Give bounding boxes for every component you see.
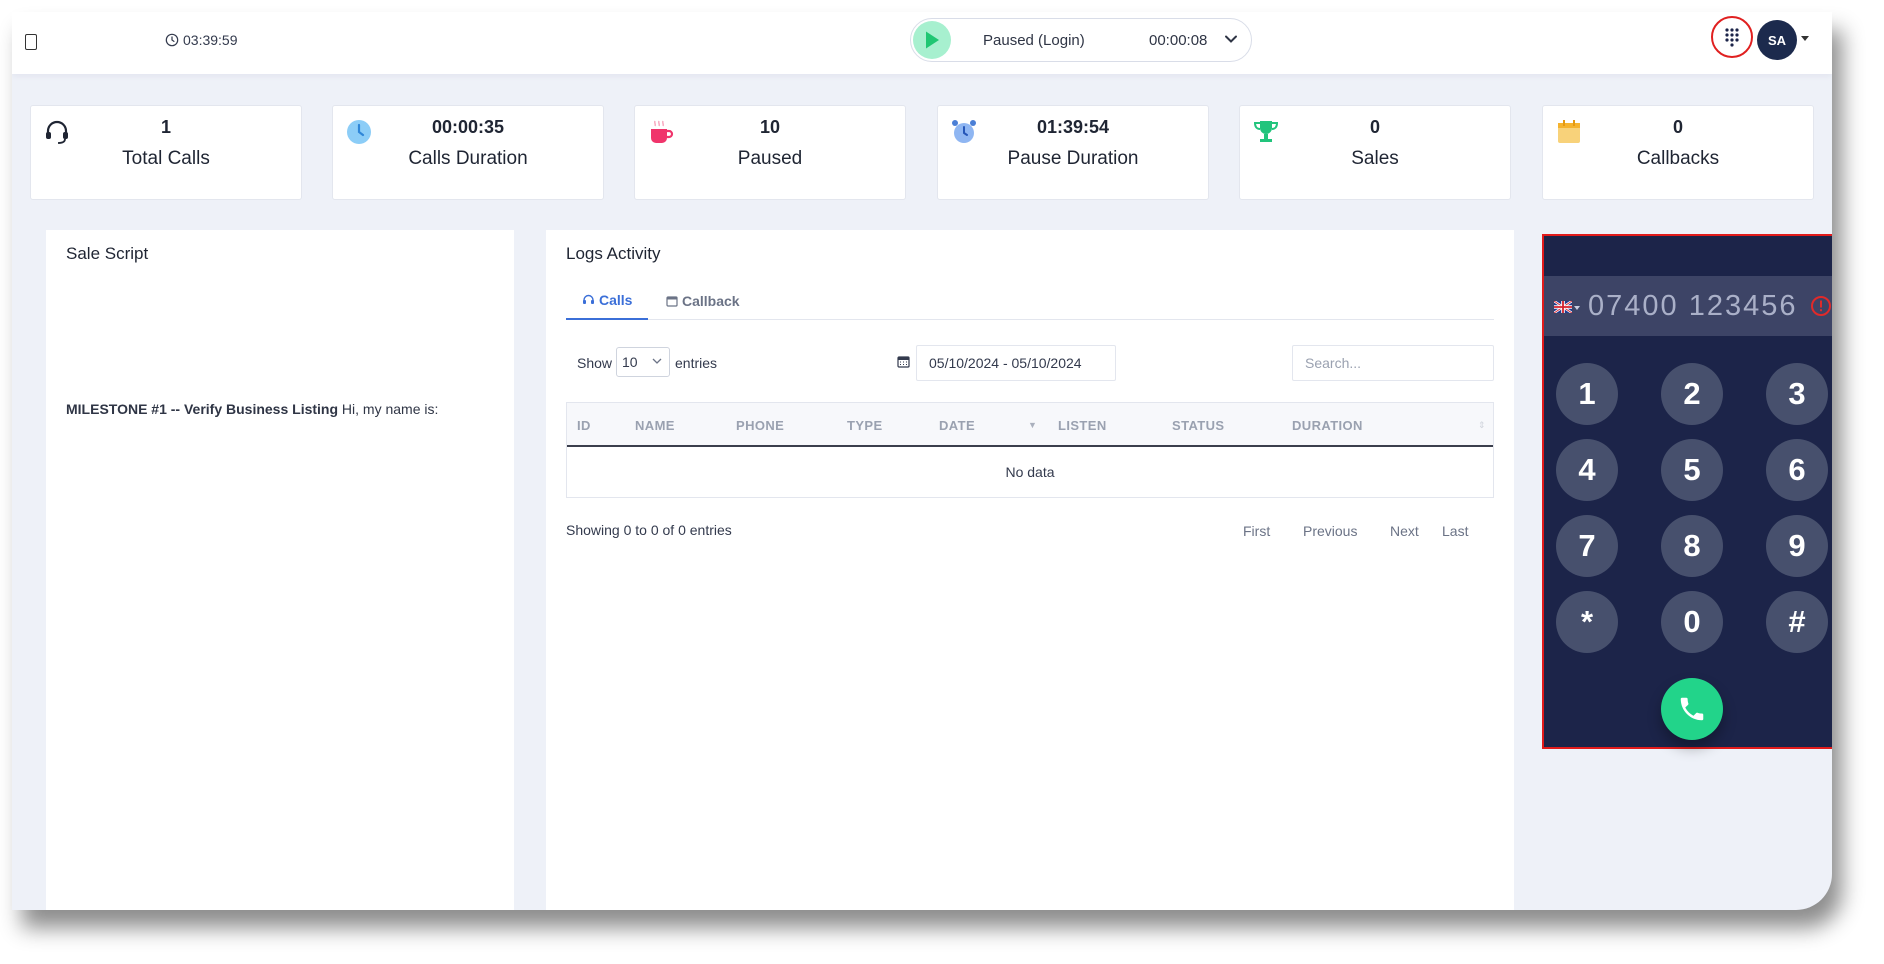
warning-icon — [1811, 296, 1831, 316]
logs-activity-panel: Logs Activity Calls Callback Show 10 ent… — [546, 230, 1514, 910]
caret-down-icon[interactable] — [1574, 306, 1580, 310]
tab-label: Calls — [599, 292, 633, 308]
stat-card-sales: 0 Sales — [1239, 105, 1511, 200]
status-label: Paused (Login) — [983, 32, 1085, 49]
dial-key-hash[interactable]: # — [1766, 591, 1828, 653]
dial-key-4[interactable]: 4 — [1556, 439, 1618, 501]
dial-key-8[interactable]: 8 — [1661, 515, 1723, 577]
dial-key-2[interactable]: 2 — [1661, 363, 1723, 425]
dial-key-3[interactable]: 3 — [1766, 363, 1828, 425]
calendar-icon — [666, 296, 678, 307]
logs-tabs: Calls Callback — [566, 282, 1494, 320]
chevron-down-icon — [1225, 35, 1237, 43]
user-avatar[interactable]: SA — [1757, 20, 1797, 60]
resume-button[interactable] — [913, 21, 951, 59]
stat-value: 1 — [160, 117, 171, 137]
dialer-panel: 07400 123456 1 2 3 4 5 6 7 8 9 * 0 # — [1542, 234, 1832, 749]
dial-key-6[interactable]: 6 — [1766, 439, 1828, 501]
status-timer: 00:00:08 — [1149, 32, 1208, 49]
stat-label: Callbacks — [1636, 148, 1720, 169]
column-header-listen[interactable]: LISTEN — [1058, 418, 1107, 433]
calls-table: ID NAME PHONE TYPE DATE ▼ LISTEN STATUS … — [566, 402, 1494, 498]
entries-select[interactable]: 10 — [616, 347, 670, 377]
tab-label: Callback — [682, 293, 740, 309]
stat-value: 01:39:54 — [1036, 117, 1110, 137]
column-header-duration[interactable]: DURATION — [1292, 418, 1363, 433]
pagination-first[interactable]: First — [1243, 523, 1270, 539]
dial-key-7[interactable]: 7 — [1556, 515, 1618, 577]
stat-value: 0 — [1672, 117, 1683, 137]
stat-label: Sales — [1351, 148, 1399, 169]
entries-label: entries — [675, 355, 718, 371]
clock-icon — [165, 33, 179, 47]
dial-key-9[interactable]: 9 — [1766, 515, 1828, 577]
date-range-input[interactable]: 05/10/2024 - 05/10/2024 — [916, 345, 1116, 381]
table-info: Showing 0 to 0 of 0 entries — [566, 522, 732, 538]
dial-key-star[interactable]: * — [1556, 591, 1618, 653]
column-header-id[interactable]: ID — [577, 418, 591, 433]
stat-label: Calls Duration — [408, 148, 528, 169]
column-header-date[interactable]: DATE — [939, 418, 975, 433]
headset-icon — [583, 294, 594, 304]
stat-value: 0 — [1369, 117, 1380, 137]
show-label: Show — [577, 355, 613, 371]
top-bar: 03:39:59 Paused (Login) 00:00:08 SA — [12, 12, 1832, 74]
caret-down-icon[interactable] — [1801, 36, 1809, 41]
stat-label: Paused — [737, 148, 803, 169]
stat-card-callbacks: 0 Callbacks — [1542, 105, 1814, 200]
stat-card-pause-duration: 01:39:54 Pause Duration — [937, 105, 1209, 200]
column-header-name[interactable]: NAME — [635, 418, 675, 433]
search-input[interactable] — [1292, 345, 1494, 381]
table-header: ID NAME PHONE TYPE DATE ▼ LISTEN STATUS … — [567, 403, 1493, 447]
call-button[interactable] — [1661, 678, 1723, 740]
number-input-row: 07400 123456 — [1544, 276, 1832, 336]
sort-icon[interactable]: ⇕ — [1478, 420, 1486, 431]
sale-script-panel: Sale Script MILESTONE #1 -- Verify Busin… — [46, 230, 514, 910]
table-controls: Show 10 entries 05/10/2024 - 05/10/2024 — [566, 345, 1494, 381]
session-timer: 03:39:59 — [165, 32, 238, 48]
tab-callback[interactable]: Callback — [650, 282, 756, 320]
panel-title: Logs Activity — [566, 244, 661, 263]
dialpad-icon — [1725, 28, 1739, 47]
stat-label: Total Calls — [122, 148, 210, 169]
stat-value: 00:00:35 — [431, 117, 505, 137]
phone-number-input[interactable]: 07400 123456 — [1588, 290, 1797, 323]
sidebar-toggle-icon[interactable] — [25, 34, 37, 50]
agent-status-dropdown[interactable]: Paused (Login) 00:00:08 — [910, 18, 1252, 62]
stat-value: 10 — [759, 117, 781, 137]
column-header-status[interactable]: STATUS — [1172, 418, 1224, 433]
script-milestone: MILESTONE #1 -- Verify Business Listing — [66, 401, 339, 417]
empty-row: No data — [1005, 464, 1055, 480]
stat-label: Pause Duration — [1007, 148, 1139, 169]
script-body: MILESTONE #1 -- Verify Business Listing … — [66, 401, 438, 417]
tab-calls[interactable]: Calls — [566, 282, 649, 320]
chevron-down-icon — [652, 358, 662, 364]
pagination-previous[interactable]: Previous — [1303, 523, 1357, 539]
dialpad-toggle-button[interactable] — [1711, 16, 1753, 58]
sort-desc-icon[interactable]: ▼ — [1028, 420, 1037, 430]
app-window: 03:39:59 Paused (Login) 00:00:08 SA 1 To… — [12, 12, 1832, 910]
calendar-icon — [897, 356, 910, 368]
entries-select-value: 10 — [622, 354, 638, 370]
panel-title: Sale Script — [66, 244, 149, 263]
dial-key-1[interactable]: 1 — [1556, 363, 1618, 425]
phone-icon — [1680, 697, 1704, 721]
pagination-next[interactable]: Next — [1390, 523, 1419, 539]
pagination-last[interactable]: Last — [1442, 523, 1468, 539]
script-line: Hi, my name is: — [338, 401, 439, 417]
session-timer-value: 03:39:59 — [183, 32, 238, 48]
dial-key-5[interactable]: 5 — [1661, 439, 1723, 501]
dial-key-0[interactable]: 0 — [1661, 591, 1723, 653]
column-header-phone[interactable]: PHONE — [736, 418, 784, 433]
stat-card-total-calls: 1 Total Calls — [30, 105, 302, 200]
uk-flag-icon[interactable] — [1554, 301, 1572, 313]
play-icon — [926, 31, 939, 49]
stat-card-calls-duration: 00:00:35 Calls Duration — [332, 105, 604, 200]
column-header-type[interactable]: TYPE — [847, 418, 883, 433]
stat-card-paused: 10 Paused — [634, 105, 906, 200]
